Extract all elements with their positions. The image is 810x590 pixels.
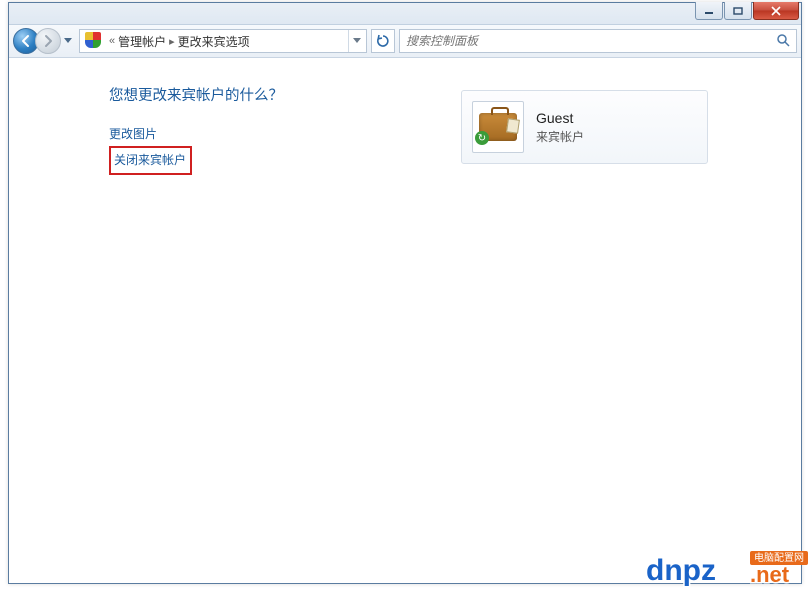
forward-button[interactable] bbox=[35, 28, 61, 54]
briefcase-icon: ↻ bbox=[479, 113, 517, 141]
account-card[interactable]: ↻ Guest 来宾帐户 bbox=[461, 90, 708, 164]
search-input[interactable] bbox=[406, 34, 772, 48]
control-panel-icon bbox=[85, 32, 103, 50]
account-name: Guest bbox=[536, 110, 584, 126]
chevron-right-icon: ▸ bbox=[169, 35, 175, 48]
highlight-annotation: 关闭来宾帐户 bbox=[109, 146, 192, 175]
breadcrumb-seg-manage-accounts[interactable]: 管理帐户 bbox=[118, 33, 166, 50]
window-frame: « 管理帐户 ▸ 更改来宾选项 您想更改来宾帐户的什么？ 更改图片 关闭来宾帐户 bbox=[8, 2, 802, 584]
guest-account-icon: ↻ bbox=[472, 101, 524, 153]
content-area: 您想更改来宾帐户的什么？ 更改图片 关闭来宾帐户 ↻ Guest 来宾帐户 bbox=[9, 58, 801, 583]
close-button[interactable] bbox=[753, 2, 799, 20]
maximize-button[interactable] bbox=[724, 2, 752, 20]
breadcrumb-prefix: « bbox=[109, 35, 115, 47]
nav-history-dropdown[interactable] bbox=[61, 31, 75, 51]
refresh-button[interactable] bbox=[371, 29, 395, 53]
breadcrumb-seg-change-guest[interactable]: 更改来宾选项 bbox=[178, 33, 250, 50]
window-controls bbox=[695, 2, 799, 20]
account-type: 来宾帐户 bbox=[536, 128, 584, 145]
breadcrumb[interactable]: « 管理帐户 ▸ 更改来宾选项 bbox=[79, 29, 367, 53]
search-icon[interactable] bbox=[776, 33, 790, 50]
search-box[interactable] bbox=[399, 29, 797, 53]
title-bar bbox=[9, 3, 801, 25]
nav-arrows bbox=[13, 28, 75, 54]
breadcrumb-dropdown[interactable] bbox=[348, 30, 364, 52]
account-text: Guest 来宾帐户 bbox=[536, 110, 584, 145]
minimize-button[interactable] bbox=[695, 2, 723, 20]
nav-bar: « 管理帐户 ▸ 更改来宾选项 bbox=[9, 25, 801, 58]
link-turn-off-guest[interactable]: 关闭来宾帐户 bbox=[114, 149, 186, 171]
